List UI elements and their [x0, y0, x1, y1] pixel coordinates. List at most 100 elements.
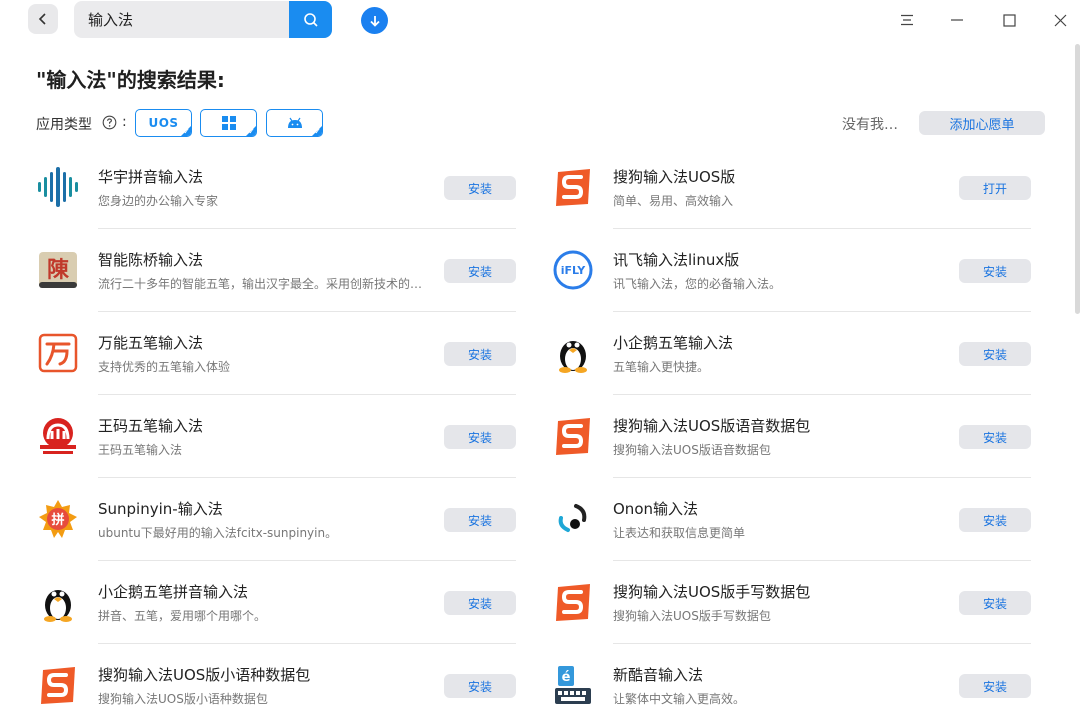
search-input[interactable]	[74, 1, 289, 38]
penguin-icon	[551, 331, 595, 375]
download-button[interactable]	[361, 7, 388, 34]
install-button[interactable]: 安装	[444, 342, 516, 366]
install-button[interactable]: 安装	[959, 259, 1031, 283]
app-description: 搜狗输入法UOS版手写数据包	[613, 609, 771, 623]
install-button[interactable]: 安装	[444, 176, 516, 200]
install-button[interactable]: 安装	[444, 508, 516, 532]
filter-row: 应用类型 : UOS ✓ ✓ ✓ 没有我… 添加心愿单	[36, 108, 1046, 138]
add-wishlist-button[interactable]: 添加心愿单	[919, 111, 1045, 135]
help-icon[interactable]	[102, 115, 117, 130]
install-button[interactable]: 安装	[959, 591, 1031, 615]
app-name: 新酷音输入法	[613, 666, 704, 684]
uos-label: UOS	[148, 116, 179, 130]
install-button[interactable]: 安装	[959, 425, 1031, 449]
check-icon: ✓	[314, 127, 321, 136]
app-description: 讯飞输入法，您的必备输入法。	[613, 277, 782, 291]
menu-icon	[901, 14, 913, 26]
sogou-icon	[551, 580, 595, 624]
svg-text:拼: 拼	[51, 512, 64, 528]
arrow-down-icon	[369, 15, 380, 27]
install-button[interactable]: 安装	[444, 425, 516, 449]
app-name: 华宇拼音输入法	[98, 168, 204, 186]
app-name: 搜狗输入法UOS版手写数据包	[613, 583, 811, 601]
check-icon: ✓	[248, 127, 255, 136]
chenqiao-icon: 陳	[36, 248, 80, 292]
app-name: 王码五笔输入法	[98, 417, 204, 435]
windows-icon	[221, 116, 236, 130]
app-description: 让表达和获取信息更简单	[613, 526, 746, 540]
search-button[interactable]	[289, 1, 332, 38]
minimize-icon	[951, 19, 963, 21]
chewing-icon: é	[551, 663, 595, 707]
app-item[interactable]: 拼 Sunpinyin-输入法 ubuntu下最好用的输入法fcitx-sunp…	[36, 478, 516, 561]
onon-icon	[551, 497, 595, 541]
install-button[interactable]: 安装	[959, 674, 1031, 698]
svg-text:é: é	[562, 670, 571, 685]
app-item[interactable]: 搜狗输入法UOS版手写数据包 搜狗输入法UOS版手写数据包 安装	[551, 561, 1031, 644]
scrollbar[interactable]	[1075, 44, 1080, 314]
ifly-icon: iFLY	[551, 248, 595, 292]
app-name: 搜狗输入法UOS版小语种数据包	[98, 666, 311, 684]
chevron-left-icon	[38, 13, 46, 25]
sogou-icon	[551, 414, 595, 458]
filter-chip-windows[interactable]: ✓	[200, 109, 257, 137]
menu-button[interactable]	[892, 6, 922, 34]
install-button[interactable]: 安装	[444, 674, 516, 698]
not-found-link[interactable]: 没有我…	[842, 114, 898, 134]
app-description: ubuntu下最好用的输入法fcitx-sunpinyin。	[98, 526, 338, 540]
wanneng-wubi-icon	[36, 331, 80, 375]
app-item[interactable]: 搜狗输入法UOS版小语种数据包 搜狗输入法UOS版小语种数据包 安装	[36, 644, 516, 726]
wangma-icon	[36, 414, 80, 458]
app-item[interactable]: 王码五笔输入法 王码五笔输入法 安装	[36, 395, 516, 478]
filter-chip-android[interactable]: ✓	[266, 109, 323, 137]
app-item[interactable]: Onon输入法 让表达和获取信息更简单 安装	[551, 478, 1031, 561]
android-icon	[287, 117, 302, 128]
filter-chip-uos[interactable]: UOS ✓	[135, 109, 192, 137]
app-name: 小企鹅五笔输入法	[613, 334, 734, 352]
check-icon: ✓	[183, 127, 190, 136]
title-bar	[0, 0, 1080, 40]
svg-text:iFLY: iFLY	[561, 264, 587, 277]
install-button[interactable]: 安装	[444, 591, 516, 615]
app-item[interactable]: 万能五笔输入法 支持优秀的五笔输入体验 安装	[36, 312, 516, 395]
sogou-icon	[36, 663, 80, 707]
sunpinyin-icon: 拼	[36, 497, 80, 541]
install-button[interactable]: 安装	[959, 342, 1031, 366]
maximize-button[interactable]	[994, 6, 1024, 34]
install-button[interactable]: 安装	[959, 508, 1031, 532]
app-description: 简单、易用、高效输入	[613, 194, 734, 208]
search-icon	[303, 12, 318, 27]
app-name: 小企鹅五笔拼音输入法	[98, 583, 249, 601]
close-button[interactable]	[1045, 6, 1075, 34]
app-name: 搜狗输入法UOS版	[613, 168, 736, 186]
app-description: 支持优秀的五笔输入体验	[98, 360, 231, 374]
app-name: 搜狗输入法UOS版语音数据包	[613, 417, 811, 435]
app-name: 万能五笔输入法	[98, 334, 204, 352]
maximize-icon	[1002, 13, 1016, 27]
close-icon	[1054, 14, 1066, 26]
back-button[interactable]	[28, 4, 58, 34]
app-item[interactable]: 搜狗输入法UOS版 简单、易用、高效输入 打开	[551, 146, 1031, 229]
open-button[interactable]: 打开	[959, 176, 1031, 200]
app-item[interactable]: 小企鹅五笔输入法 五笔输入更快捷。 安装	[551, 312, 1031, 395]
app-description: 王码五笔输入法	[98, 443, 183, 457]
app-item[interactable]: iFLY 讯飞输入法linux版 讯飞输入法，您的必备输入法。 安装	[551, 229, 1031, 312]
sogou-icon	[551, 165, 595, 209]
app-item[interactable]: 搜狗输入法UOS版语音数据包 搜狗输入法UOS版语音数据包 安装	[551, 395, 1031, 478]
app-item[interactable]: 陳 智能陈桥输入法 流行二十多年的智能五笔，输出汉字最全。采用创新技术的… 安装	[36, 229, 516, 312]
app-description: 搜狗输入法UOS版小语种数据包	[98, 692, 268, 706]
svg-text:陳: 陳	[47, 257, 70, 283]
app-description: 五笔输入更快捷。	[613, 360, 710, 374]
app-item[interactable]: 华宇拼音输入法 您身边的办公输入专家 安装	[36, 146, 516, 229]
app-item[interactable]: 小企鹅五笔拼音输入法 拼音、五笔，爱用哪个用哪个。 安装	[36, 561, 516, 644]
app-name: Onon输入法	[613, 500, 698, 518]
app-item[interactable]: é 新酷音输入法 让繁体中文输入更高效。 安装	[551, 644, 1031, 726]
app-description: 让繁体中文输入更高效。	[613, 692, 746, 706]
results-title: "输入法"的搜索结果:	[36, 68, 225, 92]
install-button[interactable]: 安装	[444, 259, 516, 283]
search-box	[74, 1, 332, 38]
minimize-button[interactable]	[942, 6, 972, 34]
filter-colon: :	[122, 114, 127, 130]
app-description: 拼音、五笔，爱用哪个用哪个。	[98, 609, 267, 623]
penguin-icon	[36, 580, 80, 624]
